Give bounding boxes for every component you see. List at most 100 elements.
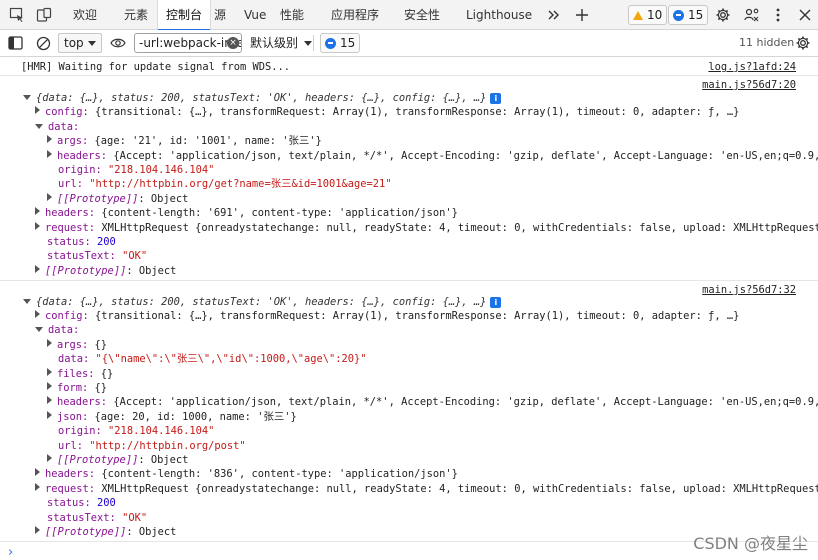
collapsed-triangle-icon <box>35 526 40 534</box>
tree-row-args[interactable]: args: {age: '21', id: '1001', name: '张三'… <box>47 134 818 149</box>
add-tab-icon[interactable] <box>572 5 592 25</box>
hidden-messages-count: 11 hidden <box>739 36 795 49</box>
collapsed-triangle-icon <box>35 207 40 215</box>
tab-application[interactable]: 应用程序 <box>331 0 379 30</box>
message-divider <box>0 280 818 281</box>
close-devtools-icon[interactable] <box>795 5 815 25</box>
tab-performance[interactable]: 性能 <box>280 0 304 30</box>
object-summary: {data: {…}, status: 200, statusText: 'OK… <box>36 92 487 104</box>
collapsed-triangle-icon <box>35 222 40 230</box>
tree-row-data[interactable]: data: <box>35 120 818 135</box>
tree-row-origin: origin: "218.104.146.104" <box>58 164 215 176</box>
issues-count: 15 <box>340 36 356 50</box>
filter-input[interactable]: -url:webpack-internal <box>134 33 242 53</box>
chevron-down-icon <box>304 41 313 46</box>
remote-devices-icon[interactable] <box>742 5 762 25</box>
tree-row-prototype[interactable]: [[Prototype]]: Object <box>47 192 818 207</box>
tree-row-args[interactable]: args: {} <box>47 338 818 353</box>
console-output: [HMR] Waiting for update signal from WDS… <box>0 58 818 560</box>
object-summary-row[interactable]: {data: {…}, status: 200, statusText: 'OK… <box>23 295 818 310</box>
tree-row-resp-headers[interactable]: headers: {content-length: '836', content… <box>35 467 818 482</box>
log-level-value: 默认级别 <box>250 36 299 50</box>
tab-elements[interactable]: 元素 <box>124 0 148 30</box>
collapsed-triangle-icon <box>47 368 52 376</box>
inspect-element-icon[interactable] <box>7 5 27 25</box>
warning-icon <box>633 10 643 20</box>
collapsed-triangle-icon <box>47 454 52 462</box>
message-icon <box>325 37 336 49</box>
collapsed-triangle-icon <box>47 411 52 419</box>
tab-sources[interactable]: 源 <box>214 0 226 30</box>
console-toolbar: top -url:webpack-internal × 默认级别 15 11 h… <box>0 30 818 57</box>
tree-row-request[interactable]: request: XMLHttpRequest {onreadystatecha… <box>35 482 818 497</box>
expand-triangle-icon <box>35 124 43 129</box>
warnings-badge[interactable]: 10 <box>628 5 668 25</box>
toolbar-divider <box>313 35 314 51</box>
tree-row-prototype[interactable]: [[Prototype]]: Object <box>47 453 818 468</box>
object-summary-row[interactable]: {data: {…}, status: 200, statusText: 'OK… <box>23 91 818 106</box>
tree-row-config[interactable]: config: {transitional: {…}, transformReq… <box>35 309 818 324</box>
context-value: top <box>64 36 84 50</box>
collapsed-triangle-icon <box>47 193 52 201</box>
expand-triangle-icon <box>35 327 43 332</box>
tree-row-resp-headers[interactable]: headers: {content-length: '691', content… <box>35 206 818 221</box>
collapsed-triangle-icon <box>35 106 40 114</box>
collapsed-triangle-icon <box>47 339 52 347</box>
tree-row-json[interactable]: json: {age: 20, id: 1000, name: '张三'} <box>47 410 818 425</box>
tree-row-config[interactable]: config: {transitional: {…}, transformReq… <box>35 105 818 120</box>
tree-row-data-string: data: "{\"name\":\"张三\",\"id\":1000,\"ag… <box>58 353 367 365</box>
tab-vue[interactable]: Vue <box>244 0 266 30</box>
console-settings-gear-icon[interactable] <box>793 33 813 53</box>
console-message: [HMR] Waiting for update signal from WDS… <box>21 60 818 75</box>
live-expression-eye-icon[interactable] <box>108 33 128 53</box>
more-options-icon[interactable] <box>768 5 788 25</box>
expand-triangle-icon <box>23 299 31 304</box>
object-summary: {data: {…}, status: 200, statusText: 'OK… <box>36 296 487 308</box>
chevron-down-icon <box>88 41 96 46</box>
tree-row-prototype[interactable]: [[Prototype]]: Object <box>35 264 818 279</box>
collapsed-triangle-icon <box>35 310 40 318</box>
collapsed-triangle-icon <box>35 468 40 476</box>
sidebar-toggle-icon[interactable] <box>5 33 25 53</box>
tree-row-data[interactable]: data: <box>35 323 818 338</box>
message-icon <box>673 9 684 21</box>
tab-lighthouse[interactable]: Lighthouse <box>466 0 532 30</box>
issues-badge[interactable]: 15 <box>320 33 361 53</box>
warnings-count: 10 <box>647 8 663 22</box>
watermark: CSDN @夜星尘 <box>693 534 808 553</box>
collapsed-triangle-icon <box>47 382 52 390</box>
log-level-selector[interactable]: 默认级别 <box>250 33 313 53</box>
device-emulation-icon[interactable] <box>34 5 54 25</box>
tree-row-request[interactable]: request: XMLHttpRequest {onreadystatecha… <box>35 221 818 236</box>
collapsed-triangle-icon <box>47 150 52 158</box>
tree-row-status: status: 200 <box>47 236 116 248</box>
source-link[interactable]: log.js?1afd:24 <box>708 60 796 75</box>
tree-row-form[interactable]: form: {} <box>47 381 818 396</box>
tree-row-files[interactable]: files: {} <box>47 367 818 382</box>
message-divider <box>0 75 818 76</box>
message-text: [HMR] Waiting for update signal from WDS… <box>21 61 290 73</box>
info-icon[interactable]: i <box>490 93 502 104</box>
more-tabs-icon[interactable] <box>544 5 564 25</box>
context-selector[interactable]: top <box>58 33 102 53</box>
tree-row-url: url: "http://httpbin.org/get?name=张三&id=… <box>58 178 392 190</box>
collapsed-triangle-icon <box>47 396 52 404</box>
tree-row-url: url: "http://httpbin.org/post" <box>58 440 246 452</box>
console-prompt[interactable]: › <box>8 545 13 560</box>
collapsed-triangle-icon <box>47 135 52 143</box>
tree-row-statustext: statusText: "OK" <box>47 250 148 262</box>
devtools-tab-bar: 欢迎 元素 控制台 源 Vue 性能 应用程序 安全性 Lighthouse 1… <box>0 0 818 31</box>
expand-triangle-icon <box>23 95 31 100</box>
messages-count: 15 <box>688 8 704 22</box>
tab-console[interactable]: 控制台 <box>157 0 212 31</box>
tree-row-headers[interactable]: headers: {Accept: 'application/json, tex… <box>47 395 818 410</box>
info-icon[interactable]: i <box>490 297 502 308</box>
clear-console-icon[interactable] <box>33 33 53 53</box>
messages-badge[interactable]: 15 <box>668 5 709 25</box>
tab-welcome[interactable]: 欢迎 <box>73 0 97 30</box>
tree-row-headers[interactable]: headers: {Accept: 'application/json, tex… <box>47 149 818 164</box>
settings-gear-icon[interactable] <box>713 5 733 25</box>
collapsed-triangle-icon <box>35 483 40 491</box>
clear-filter-icon[interactable]: × <box>227 37 239 49</box>
tab-security[interactable]: 安全性 <box>404 0 440 30</box>
